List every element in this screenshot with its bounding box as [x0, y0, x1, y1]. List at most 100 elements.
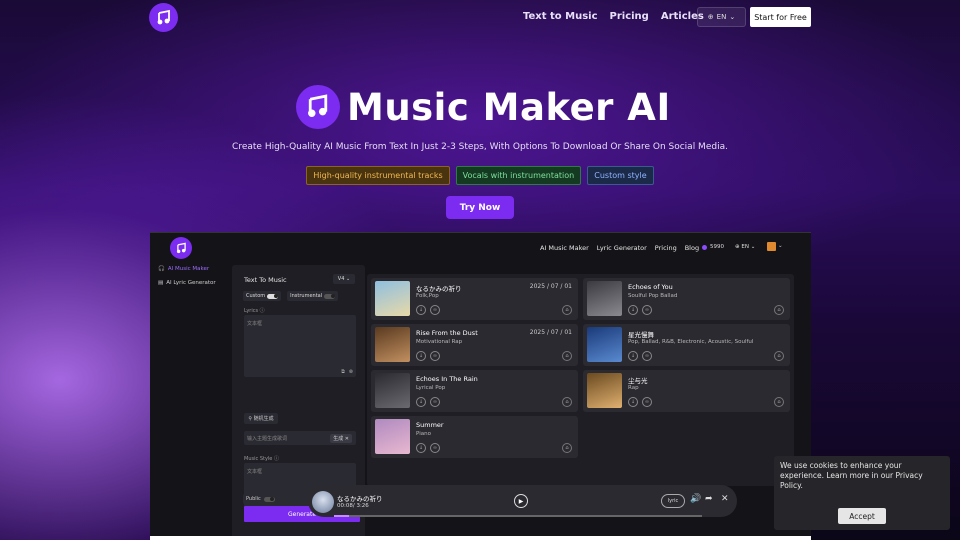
credit-coin-icon — [702, 244, 707, 250]
nav-links: Text to Music Pricing Articles — [523, 11, 704, 22]
nav-link-pricing[interactable]: Pricing — [610, 11, 649, 22]
link-icon: ⚲ — [248, 415, 253, 422]
link-icon[interactable]: ∞ — [430, 351, 440, 361]
download-icon[interactable]: ↓ — [628, 397, 638, 407]
song-title: Echoes of You — [628, 283, 673, 291]
more-icon[interactable]: ⌂ — [562, 351, 572, 361]
song-card[interactable]: 尘与光 Rap ↓ ∞ ⌂ — [583, 370, 790, 412]
close-icon[interactable]: ✕ — [721, 494, 729, 504]
more-icon[interactable]: ⌂ — [774, 397, 784, 407]
player-time: 00:08/ 3:26 — [337, 503, 369, 509]
cookie-text: We use cookies to enhance your experienc… — [780, 461, 923, 490]
song-genre: Motivational Rap — [416, 339, 463, 345]
more-icon[interactable]: ⌂ — [774, 305, 784, 315]
download-icon[interactable]: ↓ — [416, 351, 426, 361]
link-icon[interactable]: ∞ — [430, 305, 440, 315]
lyrics-label: Lyrics ⓘ — [244, 308, 265, 314]
app-language-label: EN — [741, 244, 749, 250]
song-genre: Folk,Pop — [416, 293, 439, 299]
song-title: 星光慢舞 — [628, 331, 654, 339]
nav-link-text-to-music[interactable]: Text to Music — [523, 11, 598, 22]
song-date: 2025 / 07 / 01 — [529, 283, 572, 290]
theme-input[interactable]: 输入主题生成歌词 生成 ✕ — [244, 431, 356, 445]
app-nav-lyric-generator[interactable]: Lyric Generator — [597, 244, 647, 252]
link-icon[interactable]: ∞ — [642, 351, 652, 361]
version-label: V4 — [337, 276, 345, 282]
player-title: なるかみの祈り — [337, 495, 383, 503]
more-icon[interactable]: ⌂ — [562, 305, 572, 315]
volume-icon[interactable]: 🔊 — [690, 494, 701, 504]
music-note-icon — [176, 242, 186, 253]
song-genre: Piano — [416, 431, 431, 437]
sidebar-item-ai-lyric-generator[interactable]: ▤ AI Lyric Generator — [158, 280, 216, 286]
app-logo[interactable] — [170, 237, 192, 259]
sidebar-item-ai-music-maker[interactable]: 🎧 AI Music Maker — [158, 266, 216, 272]
start-for-free-button[interactable]: Start for Free — [750, 7, 811, 27]
version-select[interactable]: V4 ⌄ — [333, 274, 355, 284]
download-icon[interactable]: ↓ — [628, 305, 638, 315]
song-card[interactable]: Echoes of You Soulful Pop Ballad ↓ ∞ ⌂ — [583, 278, 790, 320]
more-icon[interactable]: ⌂ — [562, 443, 572, 453]
play-button[interactable]: ▶ — [514, 494, 528, 508]
song-cover[interactable] — [375, 281, 410, 316]
style-placeholder: 文本框 — [247, 469, 263, 475]
custom-toggle[interactable]: Custom — [243, 291, 282, 301]
link-icon[interactable]: ∞ — [430, 443, 440, 453]
song-cover[interactable] — [375, 373, 410, 408]
song-genre: Pop, Ballad, R&B, Electronic, Acoustic, … — [628, 339, 754, 345]
lyrics-textarea[interactable]: 文本框 ⧉ ⊗ — [244, 315, 356, 377]
song-card[interactable]: Summer Piano ↓ ∞ ⌂ — [371, 416, 578, 458]
download-icon[interactable]: ↓ — [416, 443, 426, 453]
song-cover[interactable] — [587, 327, 622, 362]
chevron-down-icon: ⌄ — [346, 276, 351, 282]
hero-title: Music Maker AI — [347, 86, 671, 129]
song-cover[interactable] — [375, 419, 410, 454]
accept-cookies-button[interactable]: Accept — [838, 508, 886, 524]
theme-generate-button[interactable]: 生成 ✕ — [330, 434, 352, 443]
hero-logo — [296, 85, 340, 129]
song-card[interactable]: 星光慢舞 Pop, Ballad, R&B, Electronic, Acoust… — [583, 324, 790, 366]
try-now-button[interactable]: Try Now — [446, 196, 514, 219]
public-switch[interactable] — [263, 496, 275, 502]
download-icon[interactable]: ↓ — [416, 305, 426, 315]
progress-bar[interactable] — [334, 515, 702, 517]
instrumental-label: Instrumental — [290, 293, 323, 299]
song-card[interactable]: Rise From the Dust Motivational Rap 2025 /… — [371, 324, 578, 366]
song-title: Echoes In The Rain — [416, 375, 478, 383]
instrumental-toggle[interactable]: Instrumental — [287, 291, 339, 301]
chevron-down-icon[interactable]: ⌄ — [778, 243, 783, 249]
app-nav-pricing[interactable]: Pricing — [655, 244, 677, 252]
link-icon[interactable]: ∞ — [642, 397, 652, 407]
song-cover[interactable] — [587, 281, 622, 316]
user-avatar[interactable] — [767, 242, 776, 251]
document-icon: ▤ — [158, 280, 164, 286]
link-icon[interactable]: ∞ — [642, 305, 652, 315]
public-toggle[interactable]: Public — [243, 494, 278, 504]
link-icon[interactable]: ∞ — [430, 397, 440, 407]
more-icon[interactable]: ⌂ — [562, 397, 572, 407]
site-logo[interactable] — [149, 3, 178, 32]
song-title: 尘与光 — [628, 377, 648, 385]
song-cover[interactable] — [587, 373, 622, 408]
app-nav-ai-music-maker[interactable]: AI Music Maker — [540, 244, 589, 252]
instrumental-switch[interactable] — [324, 293, 336, 299]
song-card[interactable]: なるかみの祈り Folk,Pop 2025 / 07 / 01 ↓ ∞ ⌂ — [371, 278, 578, 320]
app-language-selector[interactable]: ⊕ EN ⌄ — [735, 244, 755, 250]
song-cover[interactable] — [375, 327, 410, 362]
custom-switch[interactable] — [267, 293, 279, 299]
share-icon[interactable]: ➦ — [705, 494, 713, 504]
clear-icon[interactable]: ⊗ — [349, 369, 353, 375]
globe-icon: ⊕ — [735, 244, 740, 250]
copy-icon[interactable]: ⧉ — [341, 369, 345, 375]
more-icon[interactable]: ⌂ — [774, 351, 784, 361]
download-icon[interactable]: ↓ — [628, 351, 638, 361]
player-cover — [312, 491, 334, 513]
audio-player: なるかみの祈り 00:08/ 3:26 ▶ lyric 🔊 ➦ ✕ — [308, 485, 737, 517]
song-date: 2025 / 07 / 01 — [529, 329, 572, 336]
random-generate-button[interactable]: ⚲ 随机生成 — [244, 413, 278, 424]
download-icon[interactable]: ↓ — [416, 397, 426, 407]
song-card[interactable]: Echoes In The Rain Lyrical Pop ↓ ∞ ⌂ — [371, 370, 578, 412]
app-nav-blog[interactable]: Blog — [685, 244, 699, 252]
language-selector[interactable]: ⊕ EN ⌄ — [697, 7, 746, 27]
lyric-button[interactable]: lyric — [661, 494, 685, 508]
